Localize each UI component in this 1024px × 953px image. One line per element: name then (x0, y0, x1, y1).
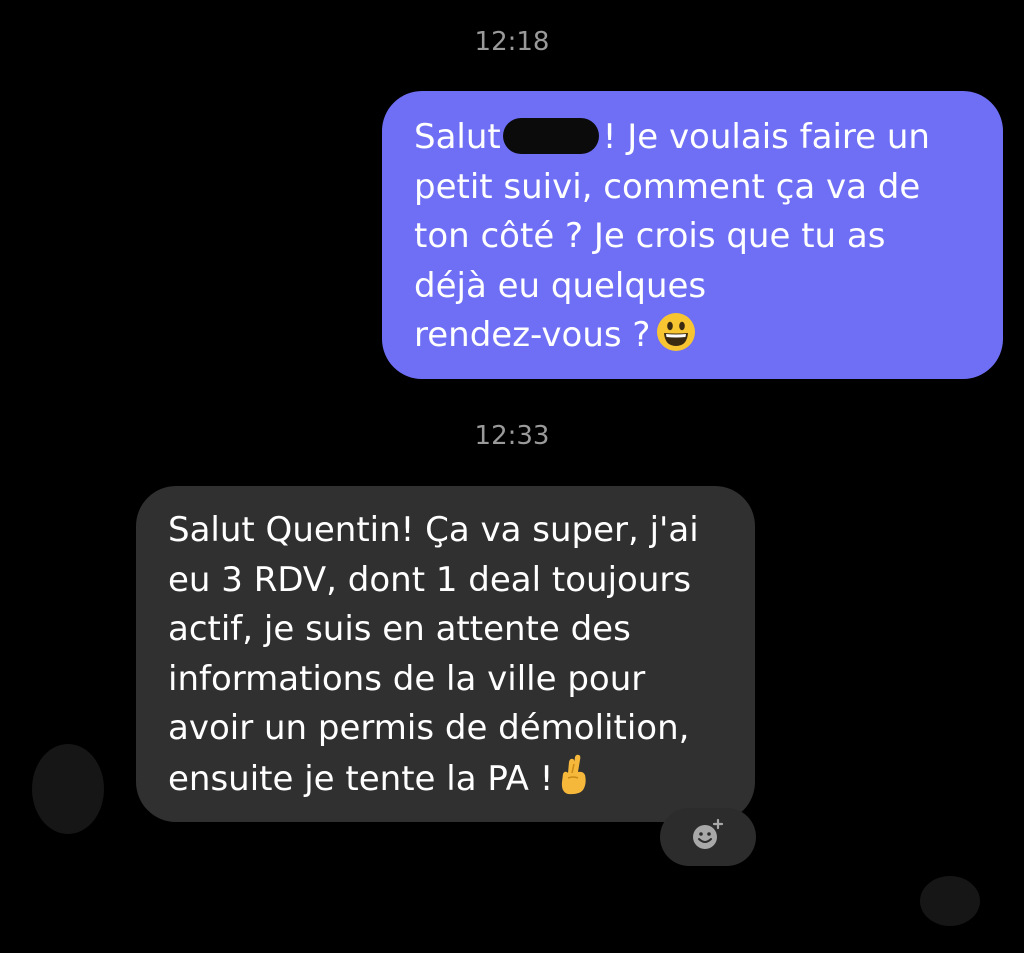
timestamp-1218: 12:18 (474, 27, 550, 57)
message-line: avoir un permis de démolition, (168, 708, 690, 748)
avatar[interactable] (32, 744, 104, 834)
message-line: Salut Quentin! Ça va super, j'ai (168, 510, 699, 550)
message-line: informations de la ville pour (168, 658, 646, 699)
grinning-face-icon (656, 312, 696, 367)
message-line: ensuite je tente la PA ! (168, 754, 735, 811)
redacted-name (502, 118, 599, 154)
redacted-mark (920, 876, 980, 926)
add-reaction-button[interactable] (660, 808, 756, 866)
message-line: rendez-vous ? (414, 311, 979, 367)
message-line: déjà eu quelques (414, 265, 707, 306)
timestamp-1233: 12:33 (474, 421, 550, 451)
message-line: Salut! Je voulais faire un (414, 117, 930, 157)
add-reaction-icon (690, 817, 726, 857)
crossed-fingers-icon (559, 754, 589, 811)
message-line: actif, je suis en attente des (168, 609, 631, 649)
message-line: eu 3 RDV, dont 1 deal toujours (168, 559, 692, 600)
received-message-bubble[interactable]: Salut Quentin! Ça va super, j'ai eu 3 RD… (136, 486, 755, 822)
message-line: petit suivi, comment ça va de (414, 166, 921, 207)
sent-message-bubble[interactable]: Salut! Je voulais faire un petit suivi, … (382, 91, 1003, 379)
message-line: ton côté ? Je crois que tu as (414, 216, 886, 256)
